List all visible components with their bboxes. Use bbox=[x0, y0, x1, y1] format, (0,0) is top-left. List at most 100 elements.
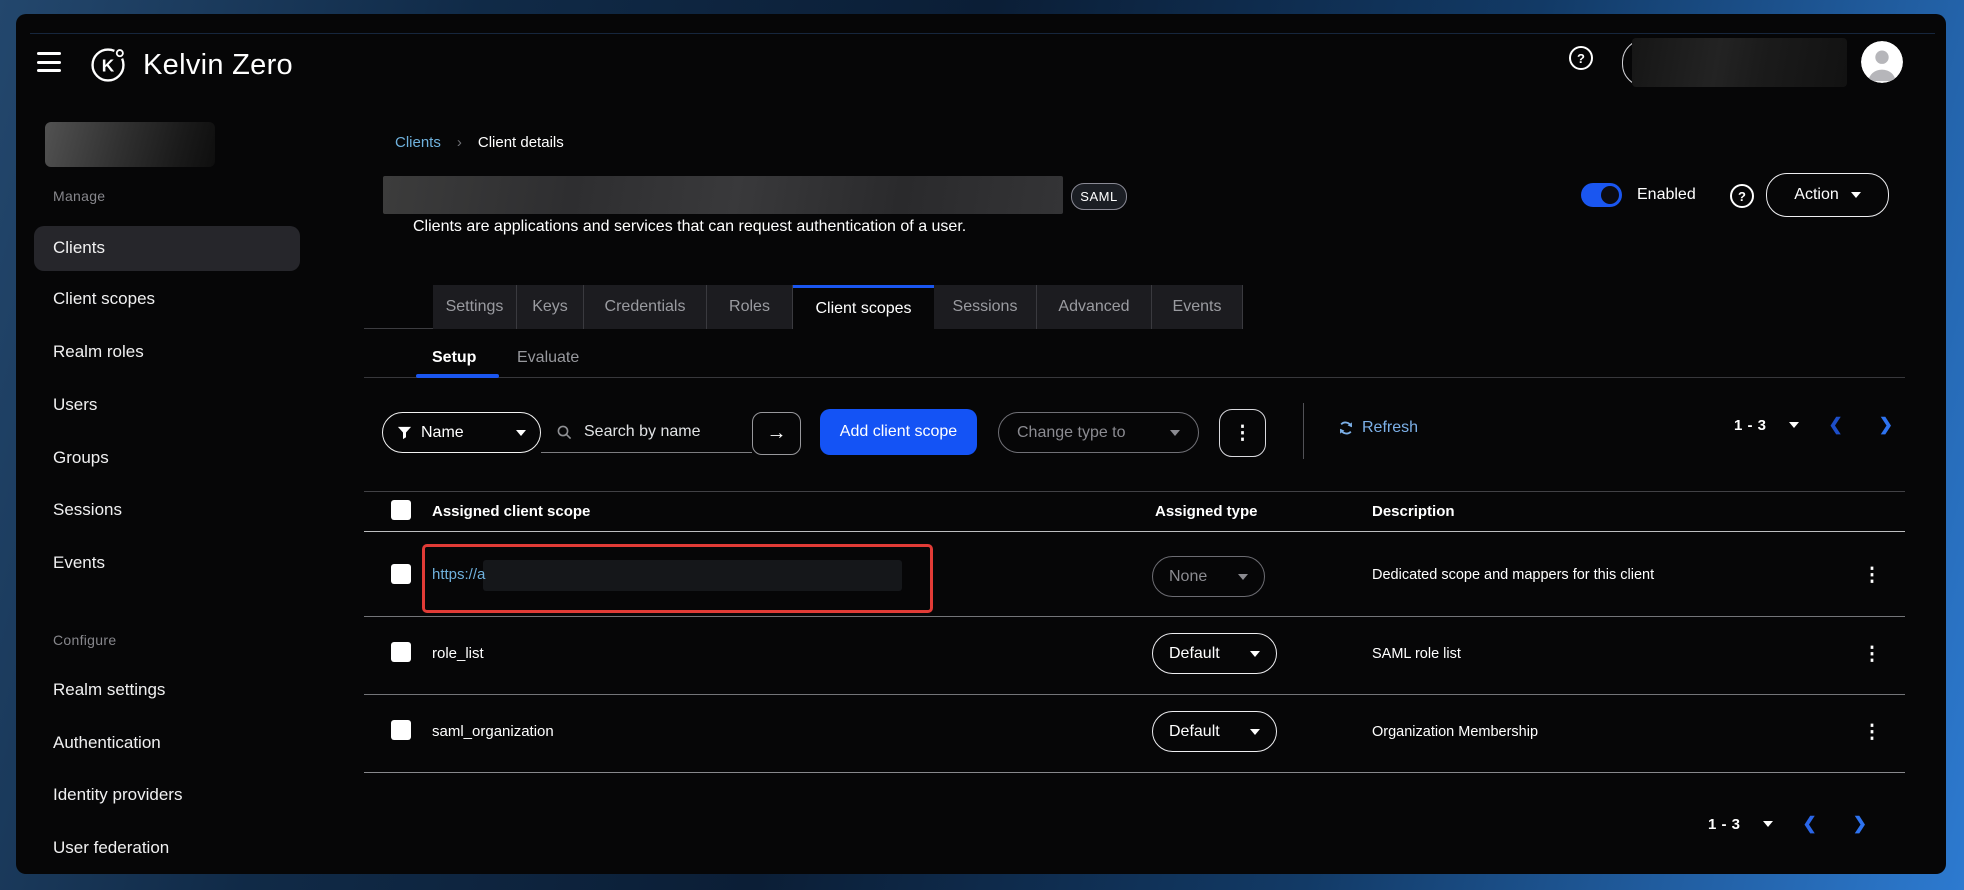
pagination-prev-icon[interactable] bbox=[1803, 814, 1817, 834]
toolbar-kebab-button[interactable] bbox=[1219, 409, 1266, 457]
sidebar-item-sessions[interactable]: Sessions bbox=[53, 498, 122, 522]
kelvin-zero-logo-icon: K bbox=[88, 45, 128, 90]
pagination-next-icon[interactable] bbox=[1853, 814, 1867, 834]
search-field-selector[interactable]: Name bbox=[382, 412, 541, 453]
breadcrumb-current: Client details bbox=[478, 134, 564, 151]
refresh-link[interactable]: Refresh bbox=[1338, 417, 1418, 439]
sidebar-item-groups[interactable]: Groups bbox=[53, 446, 109, 470]
row-kebab-button[interactable] bbox=[1862, 721, 1882, 743]
sidebar-item-identity-providers[interactable]: Identity providers bbox=[53, 783, 182, 807]
assigned-type-value: None bbox=[1169, 568, 1207, 586]
assigned-type-value: Default bbox=[1169, 723, 1220, 741]
tab-keys[interactable]: Keys bbox=[517, 285, 584, 329]
tab-roles[interactable]: Roles bbox=[707, 285, 793, 329]
sidebar-item-clients[interactable]: Clients bbox=[53, 236, 105, 260]
tab-sessions[interactable]: Sessions bbox=[934, 285, 1037, 329]
change-type-label: Change type to bbox=[1017, 424, 1126, 442]
sidebar-item-users[interactable]: Users bbox=[53, 393, 97, 417]
scope-description: Dedicated scope and mappers for this cli… bbox=[1372, 564, 1654, 586]
protocol-badge: SAML bbox=[1071, 183, 1127, 210]
avatar-icon[interactable] bbox=[1861, 41, 1903, 83]
highlight-box bbox=[422, 544, 933, 613]
assigned-type-dropdown[interactable]: Default bbox=[1152, 633, 1277, 674]
row-kebab-button[interactable] bbox=[1862, 643, 1882, 665]
assigned-type-dropdown[interactable]: Default bbox=[1152, 711, 1277, 752]
kebab-icon bbox=[1863, 643, 1882, 666]
pagination-top: 1 - 3 bbox=[1734, 415, 1893, 435]
change-type-dropdown: Change type to bbox=[998, 412, 1199, 453]
client-tabs: Settings Keys Credentials Roles Client s… bbox=[433, 285, 1243, 329]
row-kebab-button[interactable] bbox=[1862, 564, 1882, 586]
column-header-type: Assigned type bbox=[1155, 501, 1258, 523]
tab-client-scopes[interactable]: Client scopes bbox=[793, 285, 934, 329]
scope-name: saml_organization bbox=[432, 721, 554, 743]
subtab-divider bbox=[364, 377, 1905, 378]
sidebar-item-user-federation[interactable]: User federation bbox=[53, 836, 169, 860]
tab-events[interactable]: Events bbox=[1152, 285, 1243, 329]
tab-settings[interactable]: Settings bbox=[433, 285, 517, 329]
realm-selector-redacted[interactable] bbox=[45, 122, 215, 167]
tabbar-left-border bbox=[364, 328, 433, 329]
help-icon[interactable] bbox=[1569, 46, 1593, 70]
row-checkbox[interactable] bbox=[391, 720, 411, 740]
kebab-icon bbox=[1863, 721, 1882, 744]
search-box bbox=[541, 412, 752, 453]
select-all-checkbox[interactable] bbox=[391, 500, 411, 520]
subtab-evaluate[interactable]: Evaluate bbox=[517, 349, 579, 367]
scope-name: role_list bbox=[432, 643, 484, 665]
window-top-divider bbox=[30, 33, 1935, 34]
sidebar-item-client-scopes[interactable]: Client scopes bbox=[53, 287, 155, 311]
subtab-setup[interactable]: Setup bbox=[432, 349, 476, 367]
pagination-range: 1 - 3 bbox=[1708, 816, 1741, 833]
pagination-bottom: 1 - 3 bbox=[1708, 814, 1867, 834]
pagination-range: 1 - 3 bbox=[1734, 417, 1767, 434]
sidebar-item-realm-settings[interactable]: Realm settings bbox=[53, 678, 165, 702]
action-label: Action bbox=[1794, 186, 1838, 204]
client-name-redacted bbox=[383, 176, 1063, 214]
row-checkbox[interactable] bbox=[391, 642, 411, 662]
table-bottom-border bbox=[364, 772, 1905, 773]
table-top-border bbox=[364, 491, 1905, 492]
app-root: K Kelvin Zero Manage Clients Client scop… bbox=[0, 0, 1964, 890]
pagination-prev-icon[interactable] bbox=[1829, 415, 1843, 435]
scope-description: SAML role list bbox=[1372, 643, 1461, 665]
sidebar-item-events[interactable]: Events bbox=[53, 551, 105, 575]
tab-advanced[interactable]: Advanced bbox=[1037, 285, 1152, 329]
toolbar-divider bbox=[1303, 403, 1304, 459]
tab-credentials[interactable]: Credentials bbox=[584, 285, 707, 329]
sidebar-item-authentication[interactable]: Authentication bbox=[53, 731, 161, 755]
column-header-scope: Assigned client scope bbox=[432, 501, 590, 523]
kebab-icon bbox=[1863, 564, 1882, 587]
pagination-dropdown-icon[interactable] bbox=[1763, 821, 1773, 827]
enabled-toggle[interactable] bbox=[1581, 183, 1622, 207]
svg-text:K: K bbox=[102, 55, 115, 75]
client-description: Clients are applications and services th… bbox=[413, 218, 966, 236]
row-checkbox[interactable] bbox=[391, 564, 411, 584]
hamburger-menu-icon[interactable] bbox=[37, 52, 61, 72]
table-header-border bbox=[364, 531, 1905, 532]
sidebar-section-configure: Configure bbox=[53, 632, 116, 648]
filter-label: Name bbox=[421, 424, 464, 442]
row-divider bbox=[364, 694, 1905, 695]
row-divider bbox=[364, 616, 1905, 617]
filter-icon bbox=[397, 425, 412, 440]
search-submit-button[interactable] bbox=[752, 412, 801, 455]
enabled-label: Enabled bbox=[1637, 184, 1696, 206]
sidebar-item-realm-roles[interactable]: Realm roles bbox=[53, 340, 144, 364]
chevron-down-icon bbox=[1170, 430, 1180, 436]
breadcrumb-clients-link[interactable]: Clients bbox=[395, 134, 441, 151]
chevron-down-icon bbox=[516, 430, 526, 436]
pagination-dropdown-icon[interactable] bbox=[1789, 422, 1799, 428]
subtab-active-indicator bbox=[416, 374, 499, 378]
chevron-down-icon bbox=[1250, 651, 1260, 657]
enabled-help-icon[interactable] bbox=[1730, 184, 1754, 208]
add-client-scope-button[interactable]: Add client scope bbox=[820, 409, 977, 455]
kebab-icon bbox=[1233, 422, 1252, 445]
pagination-next-icon[interactable] bbox=[1879, 415, 1893, 435]
chevron-down-icon bbox=[1851, 192, 1861, 198]
action-dropdown-button[interactable]: Action bbox=[1766, 173, 1889, 217]
search-input[interactable] bbox=[582, 422, 736, 442]
chevron-down-icon bbox=[1250, 729, 1260, 735]
assigned-type-dropdown: None bbox=[1152, 556, 1265, 597]
username-redacted[interactable] bbox=[1632, 38, 1847, 87]
